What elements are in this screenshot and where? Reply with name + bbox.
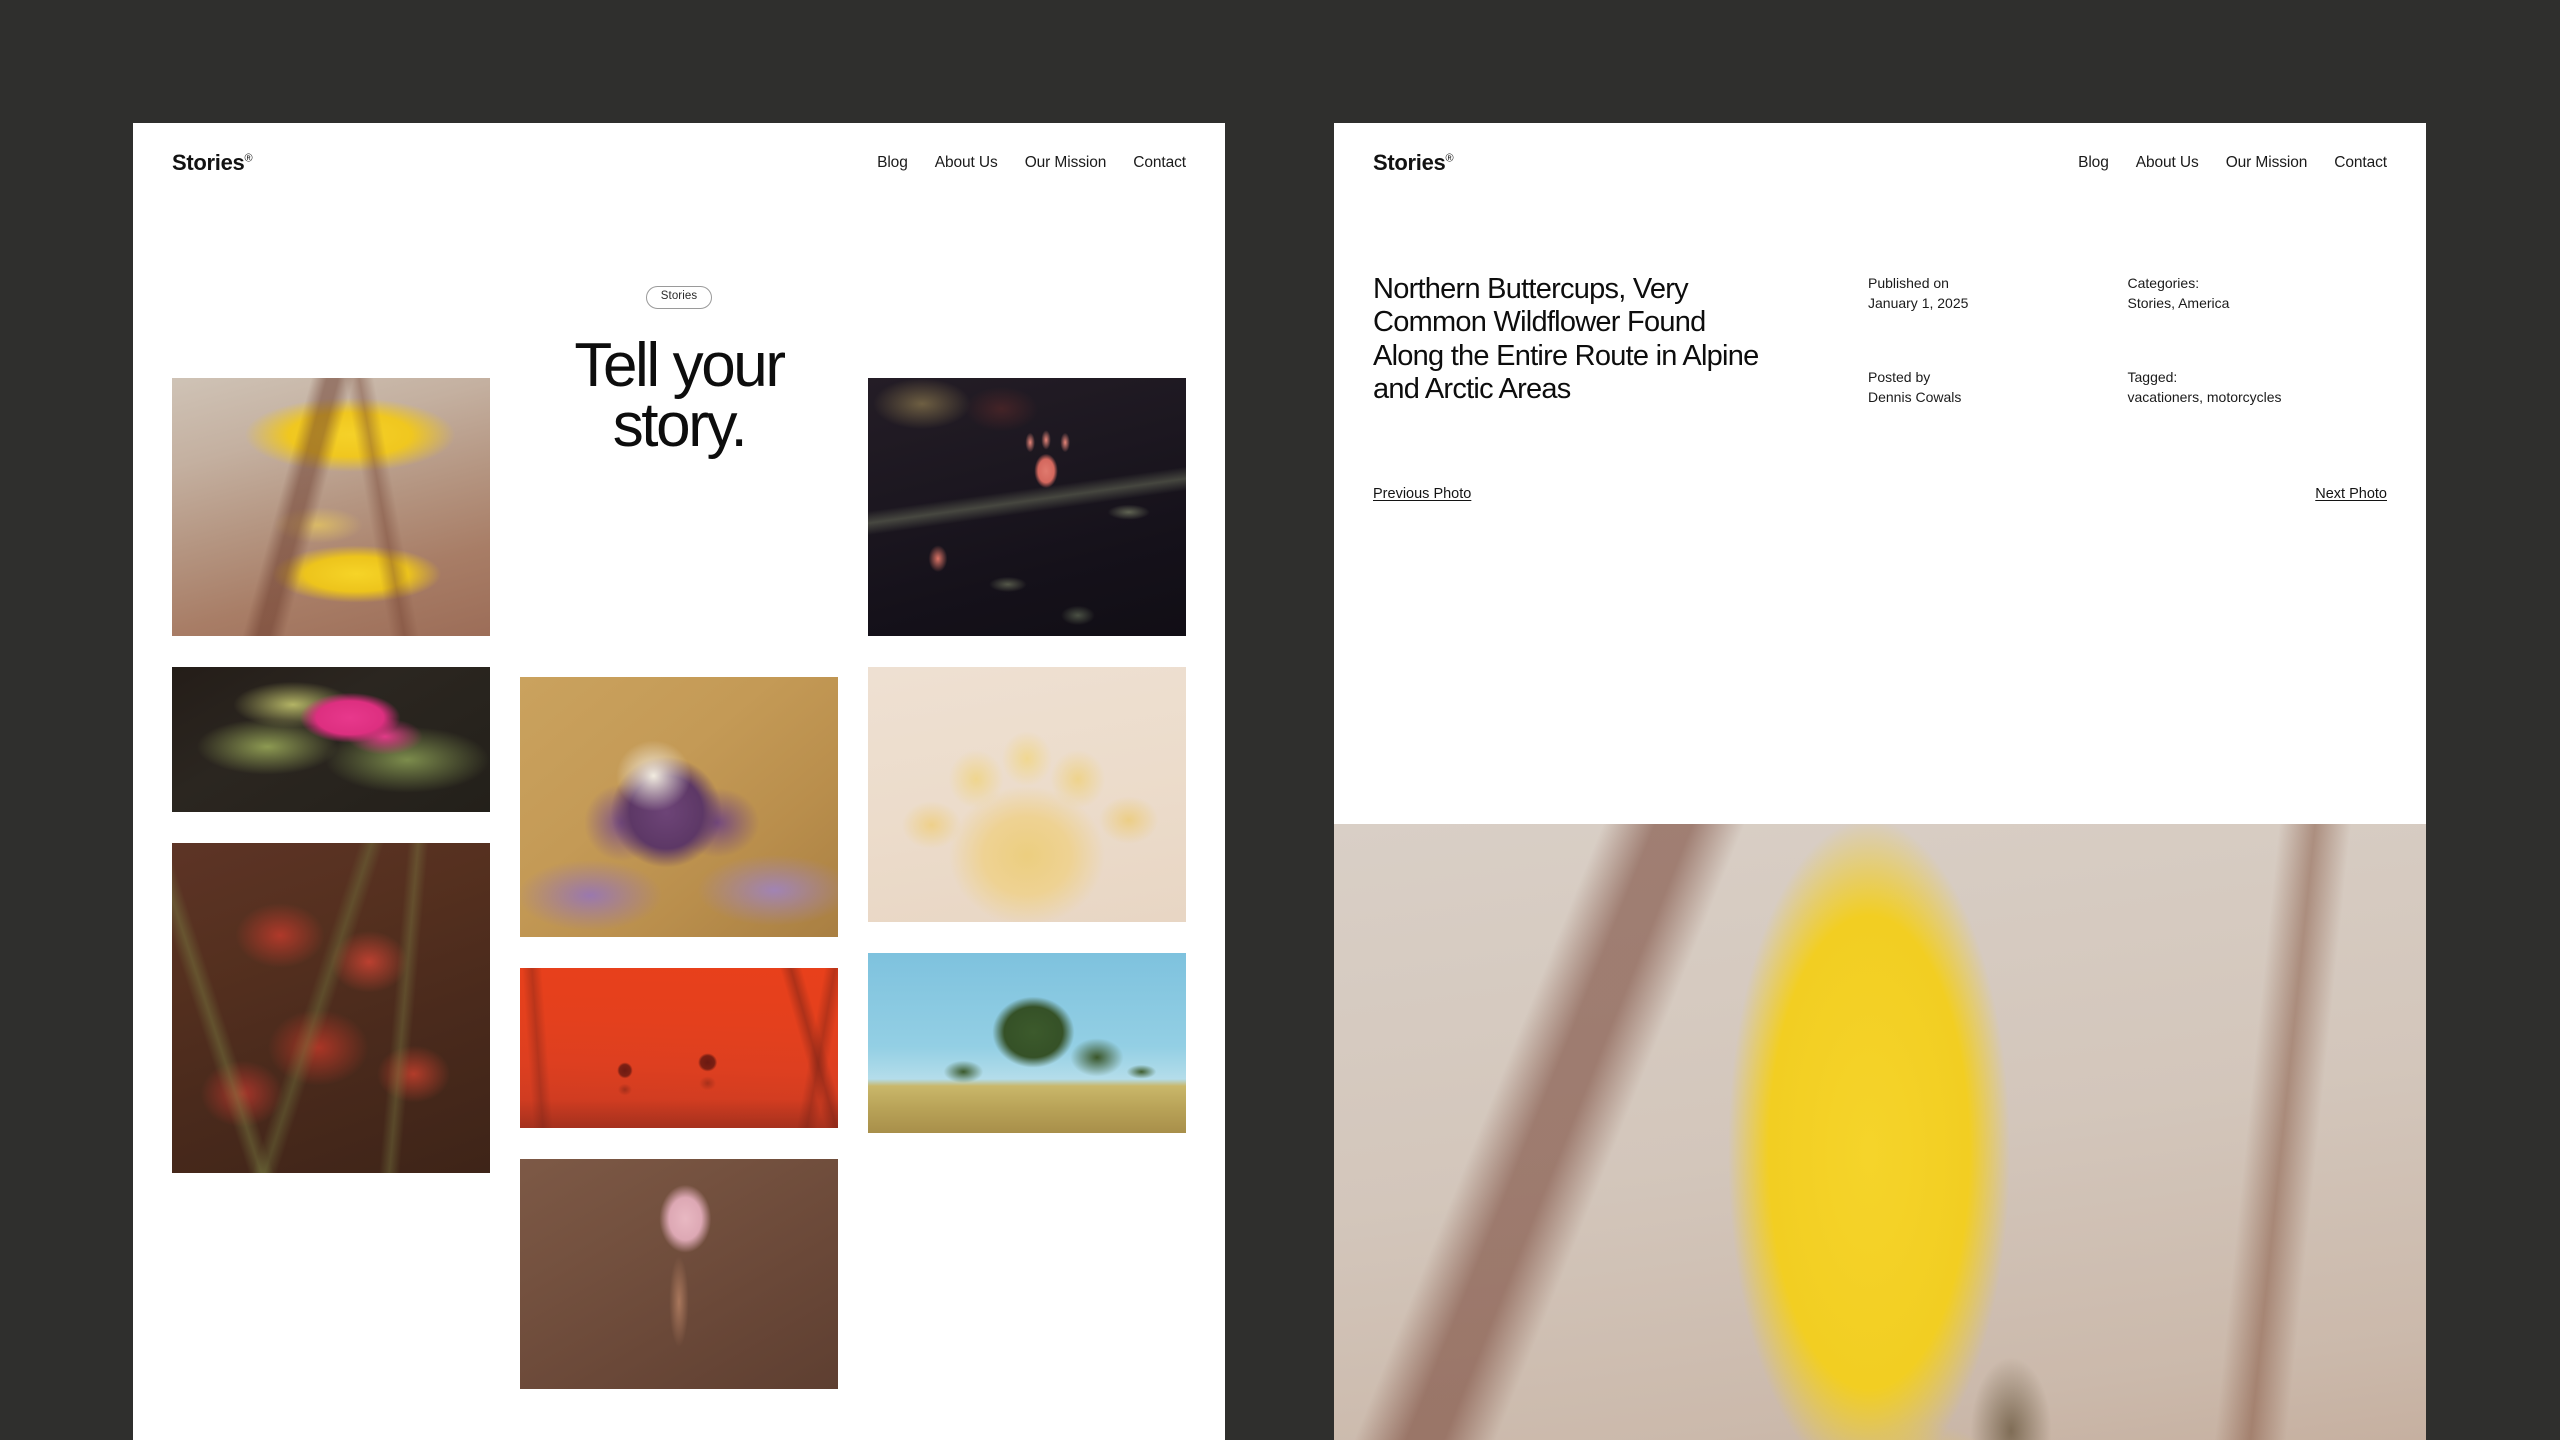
next-photo-link[interactable]: Next Photo: [2315, 486, 2387, 502]
registered-trademark-icon-right: ®: [1445, 152, 1454, 165]
article-title: Northern Buttercups, Very Common Wildflo…: [1373, 273, 1759, 406]
photo-birds-at-orange-sunset[interactable]: [520, 968, 838, 1128]
photo-oak-tree-blue-sky[interactable]: [868, 953, 1186, 1133]
photo-pink-impatiens-flower[interactable]: [172, 667, 490, 812]
photo-red-columbine-dark[interactable]: [868, 378, 1186, 636]
article-panel: Stories® Blog About Us Our Mission Conta…: [1334, 123, 2426, 1440]
metadata-column-left: Published on January 1, 2025 Posted by D…: [1868, 273, 2128, 407]
article-header: Northern Buttercups, Very Common Wildflo…: [1334, 273, 2426, 407]
right-site-header: Stories® Blog About Us Our Mission Conta…: [1334, 123, 2426, 202]
published-label: Published on: [1868, 275, 1949, 291]
nav-item-about-us[interactable]: About Us: [935, 154, 998, 172]
tagged-value[interactable]: vacationers, motorcycles: [2128, 387, 2388, 407]
nav-item-contact[interactable]: Contact: [1133, 154, 1186, 172]
categories-label: Categories:: [2127, 275, 2200, 291]
photo-pink-bistort-flower[interactable]: [520, 1159, 838, 1389]
previous-photo-link[interactable]: Previous Photo: [1373, 486, 1471, 502]
tagged-label: Tagged:: [2127, 368, 2178, 385]
nav-item-about-us-right[interactable]: About Us: [2136, 154, 2199, 172]
nav-item-blog-right[interactable]: Blog: [2078, 154, 2109, 172]
published-value: January 1, 2025: [1868, 295, 1969, 312]
photo-grid-column-2: [520, 378, 838, 1389]
metadata-categories: Categories: Stories, America: [2128, 273, 2388, 314]
metadata-column-right: Categories: Stories, America Tagged: vac…: [2128, 273, 2388, 407]
right-main-nav: Blog About Us Our Mission Contact: [2078, 154, 2387, 172]
left-site-header: Stories® Blog About Us Our Mission Conta…: [133, 123, 1225, 202]
nav-item-our-mission[interactable]: Our Mission: [1025, 154, 1107, 172]
photo-navigation: Previous Photo Next Photo: [1334, 486, 2426, 502]
posted-by-value: Dennis Cowals: [1868, 388, 1962, 405]
photo-pale-yellow-daisy[interactable]: [868, 667, 1186, 922]
site-logo-text: Stories: [172, 149, 245, 175]
photo-red-tundra-foliage[interactable]: [172, 843, 490, 1173]
photo-grid-column-1: [172, 378, 490, 1389]
registered-trademark-icon: ®: [244, 152, 253, 165]
article-hero-photo[interactable]: [1334, 824, 2426, 1440]
nav-item-contact-right[interactable]: Contact: [2334, 154, 2387, 172]
left-main-nav: Blog About Us Our Mission Contact: [877, 154, 1186, 172]
gallery-panel: Stories® Blog About Us Our Mission Conta…: [133, 123, 1225, 1440]
nav-item-our-mission-right[interactable]: Our Mission: [2226, 154, 2308, 172]
metadata-author: Posted by Dennis Cowals: [1868, 367, 2128, 408]
page-root: Stories® Blog About Us Our Mission Conta…: [0, 0, 2560, 1440]
nav-item-blog[interactable]: Blog: [877, 154, 908, 172]
site-logo[interactable]: Stories®: [172, 149, 253, 175]
metadata-tags: Tagged: vacationers, motorcycles: [2128, 367, 2388, 408]
site-logo-text-right: Stories: [1373, 149, 1446, 175]
photo-purple-lupine-blossom[interactable]: [520, 677, 838, 937]
stories-badge[interactable]: Stories: [645, 286, 713, 309]
metadata-published: Published on January 1, 2025: [1868, 273, 2128, 314]
photo-grid: [172, 378, 1186, 1389]
categories-value[interactable]: Stories, America: [2128, 293, 2388, 313]
photo-grid-column-3: [868, 378, 1186, 1389]
site-logo-right[interactable]: Stories®: [1373, 149, 1454, 175]
posted-by-label: Posted by: [1868, 368, 1931, 385]
photo-yellow-buttercup-closeup[interactable]: [172, 378, 490, 636]
article-metadata: Published on January 1, 2025 Posted by D…: [1768, 273, 2387, 407]
